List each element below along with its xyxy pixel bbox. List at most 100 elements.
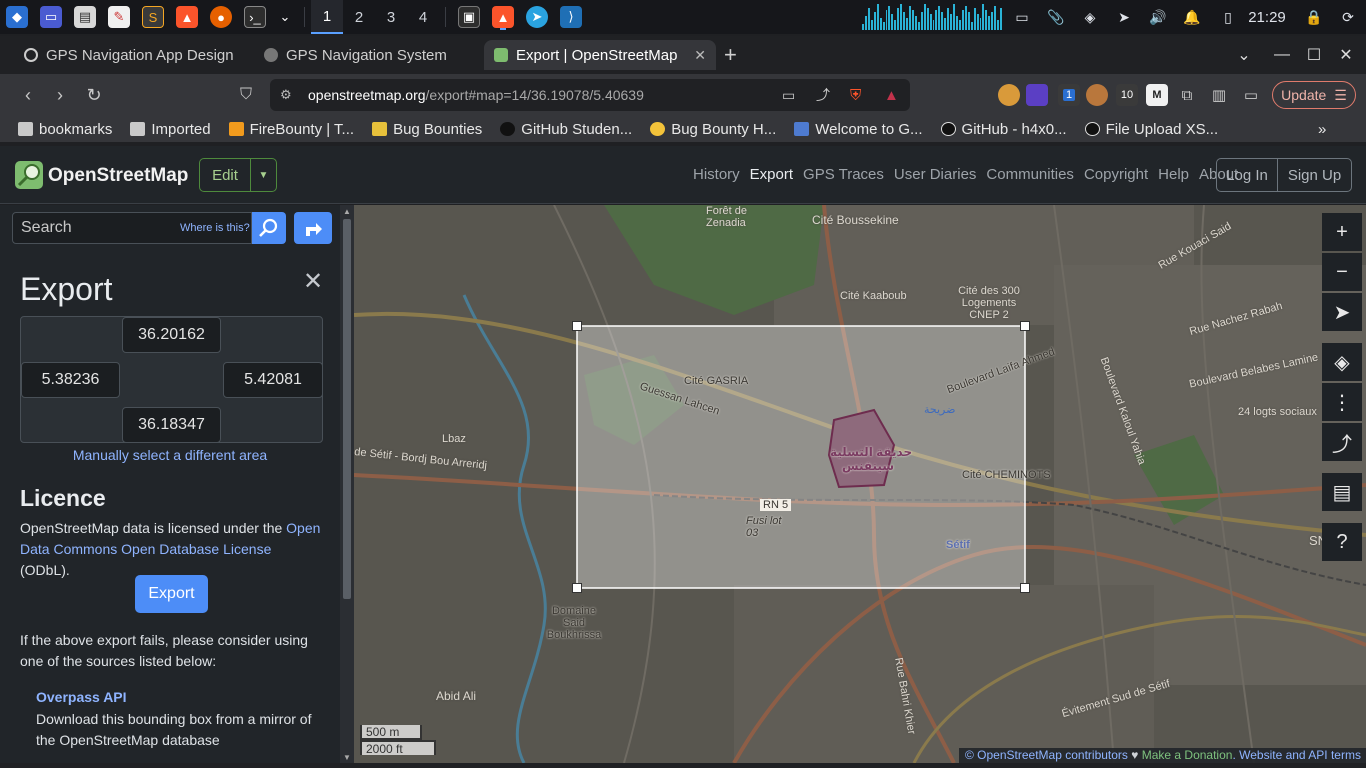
bookmark-bug-bounty-h[interactable]: Bug Bounty H... [650,121,776,138]
back-icon[interactable]: ‹ [16,83,40,107]
cast-icon[interactable]: ▭ [782,87,795,104]
launcher-icon[interactable]: ◆ [6,6,28,28]
extension-badge-10[interactable]: 10 [1116,84,1138,106]
scroll-up-arrow[interactable]: ▲ [343,207,351,216]
nav-help[interactable]: Help [1158,166,1189,183]
selection-handle-sw[interactable] [572,583,582,593]
lock-icon[interactable]: 🔒 [1302,0,1326,34]
power-icon[interactable]: ⟳ [1336,0,1360,34]
login-button[interactable]: Log In [1216,158,1278,192]
map-view[interactable]: Forêt de Zenadia Cité Boussekine Cité Ka… [354,205,1366,763]
volume-icon[interactable]: 🔊 [1146,0,1170,34]
workspace-1[interactable]: 1 [311,0,343,34]
bookmark-firebounty[interactable]: FireBounty | T... [228,121,354,138]
site-info-icon[interactable]: ⚙ [280,87,292,103]
share-map-icon[interactable]: ⤴ [1322,423,1362,461]
bookmarks-overflow-icon[interactable]: » [1318,121,1326,138]
extension-purple-icon[interactable] [1026,84,1048,106]
wifi-icon[interactable]: ◈ [1078,0,1102,34]
selection-handle-se[interactable] [1020,583,1030,593]
bookmark-welcome[interactable]: Welcome to G... [794,121,923,138]
clock[interactable]: 21:29 [1244,0,1290,34]
chevron-down-icon[interactable]: ⌄ [278,6,292,28]
nav-gps-traces[interactable]: GPS Traces [803,166,884,183]
minimize-icon[interactable]: — [1266,36,1298,74]
nav-copyright[interactable]: Copyright [1084,166,1148,183]
paperclip-icon[interactable]: 📎 [1044,0,1068,34]
scroll-thumb[interactable] [343,219,351,599]
workspace-4[interactable]: 4 [407,0,439,34]
bookmark-folder-bookmarks[interactable]: bookmarks [18,121,112,138]
tab-list-icon[interactable]: ⌄ [1228,36,1260,74]
firefox-icon[interactable]: ● [210,6,232,28]
workspace-3[interactable]: 3 [375,0,407,34]
edit-dropdown-icon[interactable]: ▼ [250,159,276,191]
telegram-tray-icon[interactable]: ➤ [1112,0,1136,34]
terminal-window-icon[interactable]: ▣ [458,6,480,28]
reload-icon[interactable]: ↻ [82,83,106,107]
osm-logo-icon[interactable] [14,160,44,190]
maximize-icon[interactable]: ☐ [1298,36,1330,74]
bookmark-github-h4x0[interactable]: GitHub - h4x0... [940,121,1067,138]
bell-icon[interactable]: 🔔 [1180,0,1204,34]
close-window-icon[interactable]: ✕ [1330,36,1362,74]
layers-icon[interactable]: ◈ [1322,343,1362,381]
nav-history[interactable]: History [693,166,740,183]
selection-handle-nw[interactable] [572,321,582,331]
nav-user-diaries[interactable]: User Diaries [894,166,977,183]
tab-export-osm[interactable]: Export | OpenStreetMap ✕ [484,40,716,70]
where-is-this-link[interactable]: Where is this? [180,222,250,234]
sidebar-toggle-icon[interactable]: ▥ [1208,84,1230,106]
close-icon[interactable]: ✕ [302,270,324,294]
query-icon[interactable]: ? [1322,523,1362,561]
sidebar-scrollbar[interactable]: ▲ ▼ [340,205,354,768]
zoom-in-icon[interactable]: + [1322,213,1362,251]
manual-select-link[interactable]: Manually select a different area [0,447,340,463]
tab-gps-app-design[interactable]: GPS Navigation App Design [14,40,254,70]
edit-button[interactable]: Edit [200,159,250,191]
bookmark-folder-imported[interactable]: Imported [130,121,211,138]
nav-communities[interactable]: Communities [986,166,1074,183]
share-icon[interactable]: ⤴ [816,85,830,105]
east-coord-field[interactable]: 5.42081 [223,362,323,398]
bookmark-file-upload[interactable]: File Upload XS... [1084,121,1218,138]
north-coord-field[interactable]: 36.20162 [122,317,221,353]
battery-icon[interactable]: ▯ [1216,0,1240,34]
bookmark-github-student[interactable]: GitHub Studen... [500,121,632,138]
south-coord-field[interactable]: 36.18347 [122,407,221,443]
brave-shields-icon[interactable]: ⛨ [850,87,861,104]
brave-icon[interactable]: ▲ [176,6,198,28]
nav-export[interactable]: Export [750,166,793,183]
brave-rewards-icon[interactable]: ▲ [884,87,899,104]
new-tab-button[interactable]: + [716,40,745,70]
update-button[interactable]: Update ☰ [1272,81,1356,109]
terminal-icon[interactable]: ›_ [244,6,266,28]
search-button[interactable] [252,212,286,244]
workspace-2[interactable]: 2 [343,0,375,34]
directions-button[interactable] [294,212,332,244]
extensions-puzzle-icon[interactable]: ⧉ [1176,84,1198,106]
address-bar[interactable]: ⚙ openstreetmap.org/export#map=14/36.190… [270,79,910,111]
donation-link[interactable]: Make a Donation [1142,748,1233,762]
tab-gps-system[interactable]: GPS Navigation System [254,40,484,70]
forward-icon[interactable]: › [48,83,72,107]
signup-button[interactable]: Sign Up [1277,158,1352,192]
attribution-contributors-link[interactable]: © OpenStreetMap contributors [965,748,1128,762]
sublime-icon[interactable]: S [142,6,164,28]
extension-cookie2-icon[interactable] [1086,84,1108,106]
overpass-api-link[interactable]: Overpass API [36,689,127,705]
screen-icon[interactable]: ▭ [1010,0,1034,34]
extension-badge-1[interactable]: 1 [1058,84,1080,106]
note-icon[interactable]: ▤ [1322,473,1362,511]
terms-link[interactable]: . Website and API terms [1232,748,1361,762]
bookmark-bug-bounties[interactable]: Bug Bounties [372,121,482,138]
osm-site-title[interactable]: OpenStreetMap [48,165,188,187]
close-tab-icon[interactable]: ✕ [694,47,706,64]
telegram-window-icon[interactable]: ➤ [526,6,548,28]
brave-window-icon[interactable]: ▲ [492,6,514,28]
extension-m-icon[interactable]: M [1146,84,1168,106]
more-icon[interactable]: ⋮ [1322,383,1362,421]
bookmark-icon[interactable]: ⛉ [234,83,258,107]
files-icon[interactable]: ▤ [74,6,96,28]
zoom-out-icon[interactable]: − [1322,253,1362,291]
